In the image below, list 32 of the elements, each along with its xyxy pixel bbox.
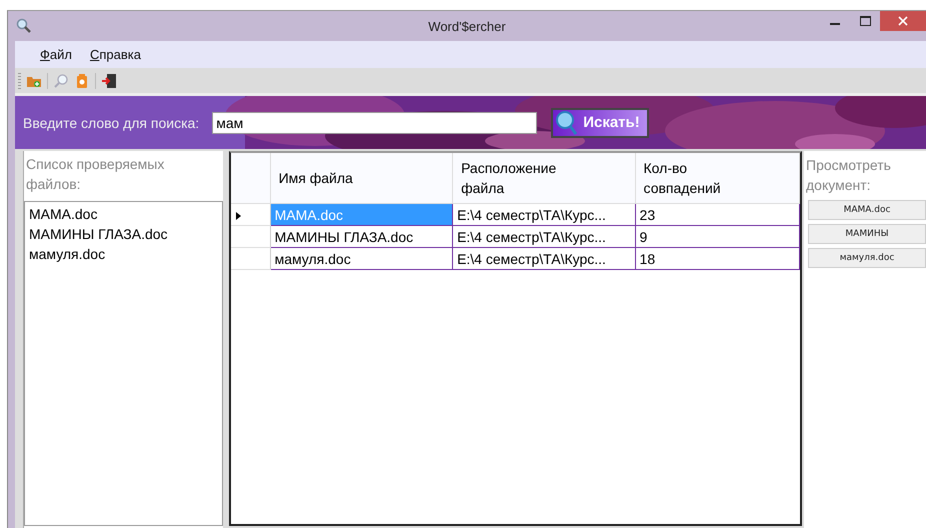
view-document-button[interactable]: МАМИНЫ: [808, 224, 926, 244]
search-field[interactable]: мам: [212, 112, 538, 134]
search-icon: [555, 110, 580, 136]
magnifier-icon: [16, 18, 32, 34]
table-cell[interactable]: E:\4 семестр\ТА\Курс...: [452, 204, 636, 226]
maximize-icon[interactable]: [860, 16, 870, 26]
list-label: Список проверяемых файлов:: [25, 155, 166, 194]
view-document-button[interactable]: мамуля.doc: [808, 248, 926, 268]
column-header[interactable]: Кол-во совпадений: [635, 153, 800, 204]
table-cell[interactable]: E:\4 семестр\ТА\Курс...: [452, 226, 636, 248]
window-title: Word'$ercher: [428, 19, 506, 34]
list-item[interactable]: МАМИНЫ ГЛАЗА.doc: [29, 224, 218, 244]
list-item[interactable]: мамуля.doc: [29, 244, 218, 264]
column-header[interactable]: Расположение файла: [452, 153, 636, 204]
table-cell[interactable]: E:\4 семестр\ТА\Курс...: [452, 248, 636, 270]
table-cell[interactable]: МАМИНЫ ГЛАЗА.doc: [270, 226, 453, 248]
close-button[interactable]: [880, 11, 926, 31]
table-cell[interactable]: 23: [635, 204, 800, 226]
trash-icon[interactable]: [74, 72, 90, 88]
menu-item[interactable]: Справка: [82, 45, 148, 64]
table-cell[interactable]: мамуля.doc: [270, 248, 453, 270]
table-cell[interactable]: 9: [635, 226, 800, 248]
table-cell[interactable]: 18: [635, 248, 800, 270]
close-icon: [898, 16, 908, 26]
search-button[interactable]: Искать!: [551, 108, 649, 138]
list-item[interactable]: МАМА.doc: [29, 204, 218, 224]
column-header[interactable]: Имя файла: [270, 153, 453, 204]
exit-door-icon[interactable]: [101, 72, 117, 88]
menu-item[interactable]: Файл: [33, 45, 79, 64]
panel-label: Просмотреть документ:: [806, 156, 892, 195]
search-label: Введите слово для поиска:: [23, 114, 200, 130]
view-document-button[interactable]: МАМА.doc: [808, 200, 926, 220]
